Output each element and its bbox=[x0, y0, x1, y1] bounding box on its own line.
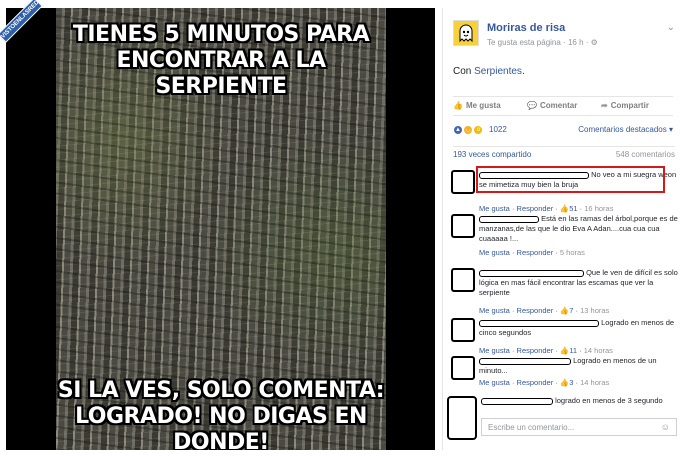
avatar-redacted[interactable] bbox=[451, 214, 475, 238]
meme-top-line-2: ENCONTRAR A LA SERPIENTE bbox=[116, 48, 326, 99]
meme-bottom-line-2: LOGRADO! NO DIGAS EN DONDE! bbox=[75, 404, 367, 450]
post-stats: 193 veces compartido 548 comentarios bbox=[453, 150, 675, 159]
avatar-redacted[interactable] bbox=[451, 318, 475, 342]
share-arrow-icon: ➦ bbox=[601, 101, 608, 110]
comment-text: Que le ven de difícil es solo lógica en … bbox=[479, 268, 678, 297]
post-action-bar: 👍 Me gusta 💬 Comentar ➦ Compartir bbox=[453, 96, 673, 116]
meme-image[interactable]: TIENES 5 MINUTOS PARA ENCONTRAR A LA SER… bbox=[56, 8, 386, 450]
avatar-redacted[interactable] bbox=[451, 356, 475, 380]
comment-reply-link[interactable]: Responder bbox=[517, 378, 554, 387]
redacted-name bbox=[479, 319, 599, 327]
avatar-redacted bbox=[447, 396, 477, 440]
redacted-name bbox=[479, 215, 539, 223]
thumbs-up-icon: 👍 bbox=[559, 378, 570, 387]
meme-top-text: TIENES 5 MINUTOS PARA ENCONTRAR A LA SER… bbox=[56, 22, 386, 100]
comment-actions: Me gusta · Responder · 👍3 · 14 horas bbox=[479, 378, 610, 387]
comment-reply-link[interactable]: Responder bbox=[517, 204, 554, 213]
comment-reply-link[interactable]: Responder bbox=[517, 248, 554, 257]
comment-actions: Me gusta · Responder · 👍51 · 16 horas bbox=[479, 204, 614, 213]
haha-reaction-icon: ◡ bbox=[463, 125, 474, 135]
redacted-name bbox=[479, 357, 571, 365]
comment-text: Logrado en menos de un minuto... bbox=[479, 356, 657, 375]
watermark-logo: VISTOENLASREDES .COM bbox=[0, 0, 63, 63]
shares-count[interactable]: 193 veces compartido bbox=[453, 150, 531, 159]
reaction-icons: ▲ ◡ o bbox=[453, 124, 484, 135]
meme-top-line-1: TIENES 5 MINUTOS PARA bbox=[72, 22, 370, 47]
comment-text: logrado en menos de 3 segundo bbox=[481, 396, 663, 405]
comment-like-link[interactable]: Me gusta bbox=[479, 346, 510, 355]
comment-reply-link[interactable]: Responder bbox=[517, 306, 554, 315]
screenshot-frame: VISTOENLASREDES .COM TIENES 5 MINUTOS PA… bbox=[0, 0, 700, 458]
photo-viewer: VISTOENLASREDES .COM TIENES 5 MINUTOS PA… bbox=[0, 0, 435, 450]
divider bbox=[453, 146, 675, 147]
serpientes-link[interactable]: Serpientes bbox=[474, 66, 522, 77]
reactions-summary[interactable]: ▲ ◡ o 1022 Comentarios destacados ▾ bbox=[453, 124, 673, 138]
chevron-down-icon[interactable]: ⌄ bbox=[667, 22, 675, 33]
emoji-icon[interactable]: ☺ bbox=[661, 422, 670, 432]
meme-bottom-line-1: SI LA VES, SOLO COMENTA: bbox=[57, 378, 385, 403]
thumbs-up-icon: 👍 bbox=[559, 204, 570, 213]
comment-sort-dropdown[interactable]: Comentarios destacados ▾ bbox=[578, 125, 673, 134]
comment-text: Está en las ramas del árbol,porque es de… bbox=[479, 214, 678, 243]
comment-like-link[interactable]: Me gusta bbox=[479, 306, 510, 315]
comment-actions: Me gusta · Responder · 5 horas bbox=[479, 248, 585, 257]
comment-like-link[interactable]: Me gusta bbox=[479, 248, 510, 257]
comment-actions: Me gusta · Responder · 👍7 · 13 horas bbox=[479, 306, 610, 315]
avatar-redacted[interactable] bbox=[451, 268, 475, 292]
meme-bottom-text: SI LA VES, SOLO COMENTA: LOGRADO! NO DIG… bbox=[56, 378, 386, 450]
comment-actions: Me gusta · Responder · 👍11 · 14 horas bbox=[479, 346, 613, 355]
reaction-count[interactable]: 1022 bbox=[489, 125, 507, 134]
redacted-name bbox=[479, 269, 584, 277]
post-header: Moriras de risa Te gusta esta página · 1… bbox=[453, 20, 679, 54]
avatar-redacted[interactable] bbox=[451, 170, 475, 194]
page-avatar[interactable] bbox=[453, 20, 479, 46]
like-button[interactable]: 👍 Me gusta bbox=[453, 101, 501, 110]
thumbs-up-icon: 👍 bbox=[559, 306, 570, 315]
ghost-face-icon bbox=[459, 24, 473, 43]
comment-button[interactable]: 💬 Comentar bbox=[527, 101, 577, 110]
comment-text: Logrado en menos de cinco segundos bbox=[479, 318, 675, 337]
wow-reaction-icon: o bbox=[473, 125, 484, 135]
post-caption: Con Serpientes. bbox=[453, 66, 525, 77]
post-sidebar: Moriras de risa Te gusta esta página · 1… bbox=[442, 8, 682, 450]
speech-bubble-icon: 💬 bbox=[527, 101, 537, 110]
thumbs-up-icon: 👍 bbox=[453, 101, 463, 110]
comments-count[interactable]: 548 comentarios bbox=[616, 150, 675, 159]
comment-like-link[interactable]: Me gusta bbox=[479, 204, 510, 213]
highlight-box bbox=[476, 166, 665, 193]
thumbs-up-icon: 👍 bbox=[559, 346, 570, 355]
comment-like-link[interactable]: Me gusta bbox=[479, 378, 510, 387]
comment-input[interactable]: Escribe un comentario... ☺ bbox=[481, 418, 677, 436]
like-reaction-icon: ▲ bbox=[453, 125, 463, 135]
comment-reply-link[interactable]: Responder bbox=[517, 346, 554, 355]
share-button[interactable]: ➦ Compartir bbox=[601, 101, 649, 110]
page-name-link[interactable]: Moriras de risa bbox=[487, 22, 565, 34]
redacted-name bbox=[481, 397, 553, 405]
comment-composer: logrado en menos de 3 segundo Escribe un… bbox=[447, 396, 679, 440]
post-meta: Te gusta esta página · 16 h · ⚙ bbox=[487, 38, 598, 47]
